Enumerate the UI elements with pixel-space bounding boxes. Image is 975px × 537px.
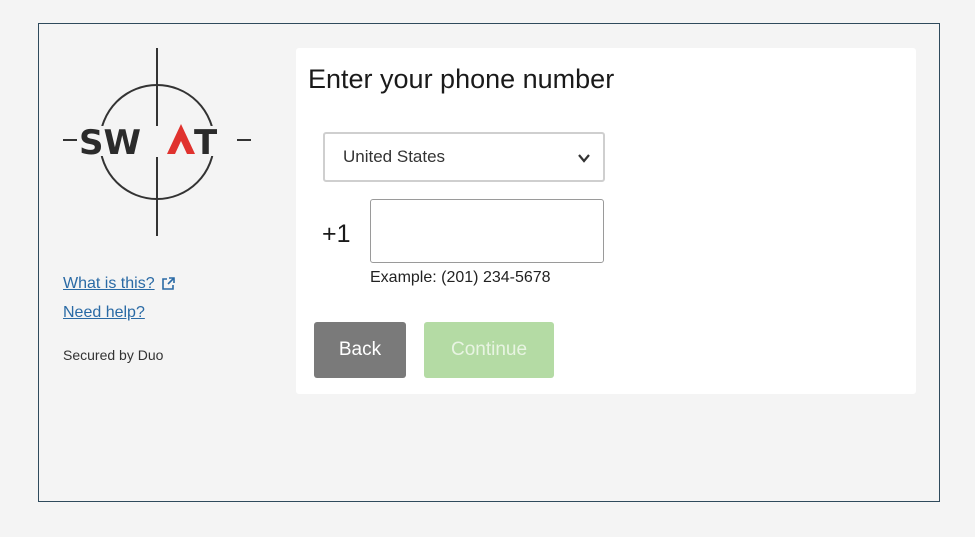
logo-text-t: T (194, 123, 218, 163)
auth-frame: SW T What is this? Need help? Secured by… (38, 23, 940, 502)
what-is-this-link[interactable]: What is this? (63, 275, 155, 293)
need-help-link[interactable]: Need help? (63, 304, 145, 322)
country-select[interactable]: United States (323, 132, 605, 182)
phone-example-text: Example: (201) 234-5678 (370, 269, 551, 286)
sidebar: SW T What is this? Need help? Secured by… (63, 48, 263, 363)
swat-logo: SW T (63, 48, 253, 238)
phone-number-input[interactable] (370, 199, 604, 263)
continue-button[interactable]: Continue (424, 322, 554, 378)
logo-text-sw: SW (79, 123, 141, 163)
page-title: Enter your phone number (308, 64, 615, 94)
what-is-this-row: What is this? (63, 269, 175, 298)
back-button[interactable]: Back (314, 322, 406, 378)
country-select-value: United States (343, 147, 446, 166)
country-code-prefix: +1 (322, 220, 351, 248)
need-help-row: Need help? (63, 298, 175, 327)
chevron-down-icon (578, 154, 590, 163)
external-link-icon[interactable] (161, 276, 175, 291)
secured-by-duo: Secured by Duo (63, 347, 164, 363)
help-links: What is this? Need help? (63, 269, 175, 327)
phone-entry-card: Enter your phone number United States +1… (296, 48, 916, 394)
crosshair-logo-icon: SW T (63, 48, 251, 236)
